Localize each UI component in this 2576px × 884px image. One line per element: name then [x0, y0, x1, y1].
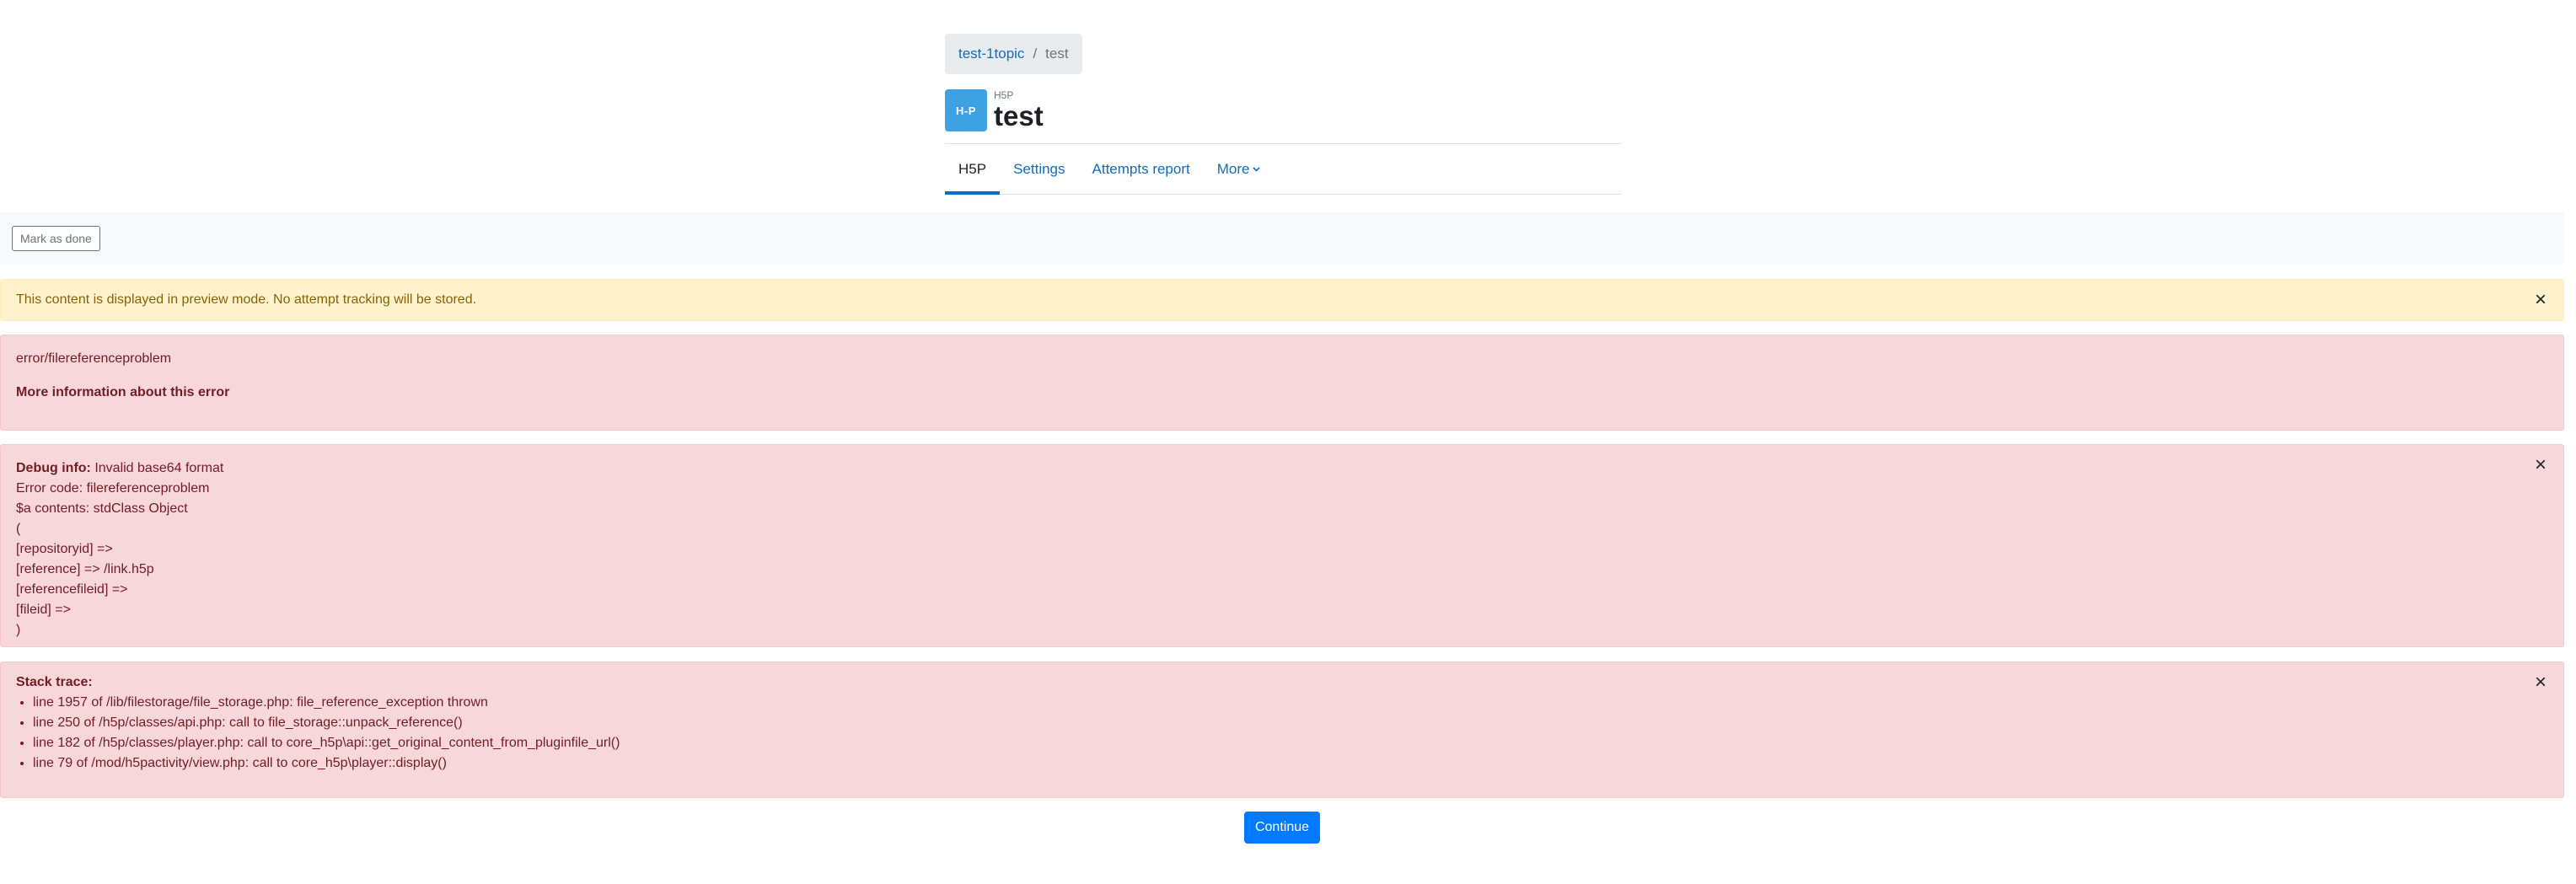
debug-line: [repositoryid] =>	[16, 542, 113, 556]
title-row: H-P H5P test	[945, 89, 1621, 131]
continue-button[interactable]: Continue	[1243, 812, 1321, 844]
breadcrumb-current: test	[1045, 46, 1069, 62]
debug-line: $a contents: stdClass Object	[16, 501, 188, 516]
more-info-link[interactable]: More information about this error	[16, 383, 2548, 403]
stack-trace-alert: × Stack trace: line 1957 of /lib/filesto…	[0, 662, 2564, 798]
tab-h5p[interactable]: H5P	[945, 144, 1001, 195]
mark-as-done-button[interactable]: Mark as done	[12, 226, 100, 251]
stack-trace-item: line 182 of /h5p/classes/player.php: cal…	[33, 733, 2548, 753]
preview-mode-alert: This content is displayed in preview mod…	[0, 279, 2564, 321]
tab-h5p-label: H5P	[958, 160, 987, 177]
activity-completion-bar: Mark as done	[0, 212, 2564, 265]
stack-trace-item: line 1957 of /lib/filestorage/file_stora…	[33, 693, 2548, 713]
page-header: test-1topic / test H-P H5P test H5P Sett…	[945, 34, 1621, 195]
debug-info-alert: × Debug info: Invalid base64 format Erro…	[0, 444, 2564, 647]
continue-container: Continue	[0, 812, 2564, 844]
chevron-down-icon	[1253, 166, 1261, 172]
breadcrumb-course-link[interactable]: test-1topic	[958, 46, 1024, 62]
debug-line: [referencefileid] =>	[16, 582, 128, 597]
breadcrumb: test-1topic / test	[945, 34, 1082, 74]
debug-line: )	[16, 623, 21, 637]
debug-line: Error code: filereferenceproblem	[16, 481, 210, 496]
module-type-label: H5P	[994, 89, 1014, 101]
h5p-activity-icon: H-P	[945, 89, 987, 131]
tab-settings[interactable]: Settings	[1000, 144, 1078, 194]
close-icon[interactable]: ×	[2535, 672, 2546, 693]
close-icon[interactable]: ×	[2535, 455, 2546, 475]
debug-info-heading: Debug info: Invalid base64 format	[16, 458, 2548, 479]
preview-mode-text: This content is displayed in preview mod…	[16, 292, 477, 307]
close-icon[interactable]: ×	[2535, 290, 2546, 310]
stack-trace-item: line 79 of /mod/h5pactivity/view.php: ca…	[33, 753, 2548, 774]
title-block: H5P test	[994, 89, 1044, 131]
tab-more-label: More	[1216, 160, 1250, 177]
debug-line: [reference] => /link.h5p	[16, 562, 154, 576]
tab-attempts-report-label: Attempts report	[1092, 160, 1190, 177]
debug-line: [fileid] =>	[16, 603, 71, 617]
error-code-text: error/filereferenceproblem	[16, 351, 172, 366]
page: test-1topic / test H-P H5P test H5P Sett…	[0, 0, 2576, 884]
debug-info-message: Invalid base64 format	[90, 461, 224, 475]
stack-trace-label: Stack trace:	[16, 675, 93, 689]
page-title: test	[994, 100, 1044, 131]
debug-line: (	[16, 522, 21, 536]
stack-trace-list: line 1957 of /lib/filestorage/file_stora…	[16, 693, 2548, 774]
stack-trace-item: line 250 of /h5p/classes/api.php: call t…	[33, 713, 2548, 733]
debug-info-label: Debug info:	[16, 461, 91, 475]
tab-settings-label: Settings	[1013, 160, 1065, 177]
tab-attempts-report[interactable]: Attempts report	[1079, 144, 1204, 194]
secondary-navigation: H5P Settings Attempts report More	[945, 143, 1621, 195]
breadcrumb-separator: /	[1033, 46, 1038, 62]
error-alert: error/filereferenceproblem More informat…	[0, 335, 2564, 431]
tab-more[interactable]: More	[1204, 144, 1275, 194]
